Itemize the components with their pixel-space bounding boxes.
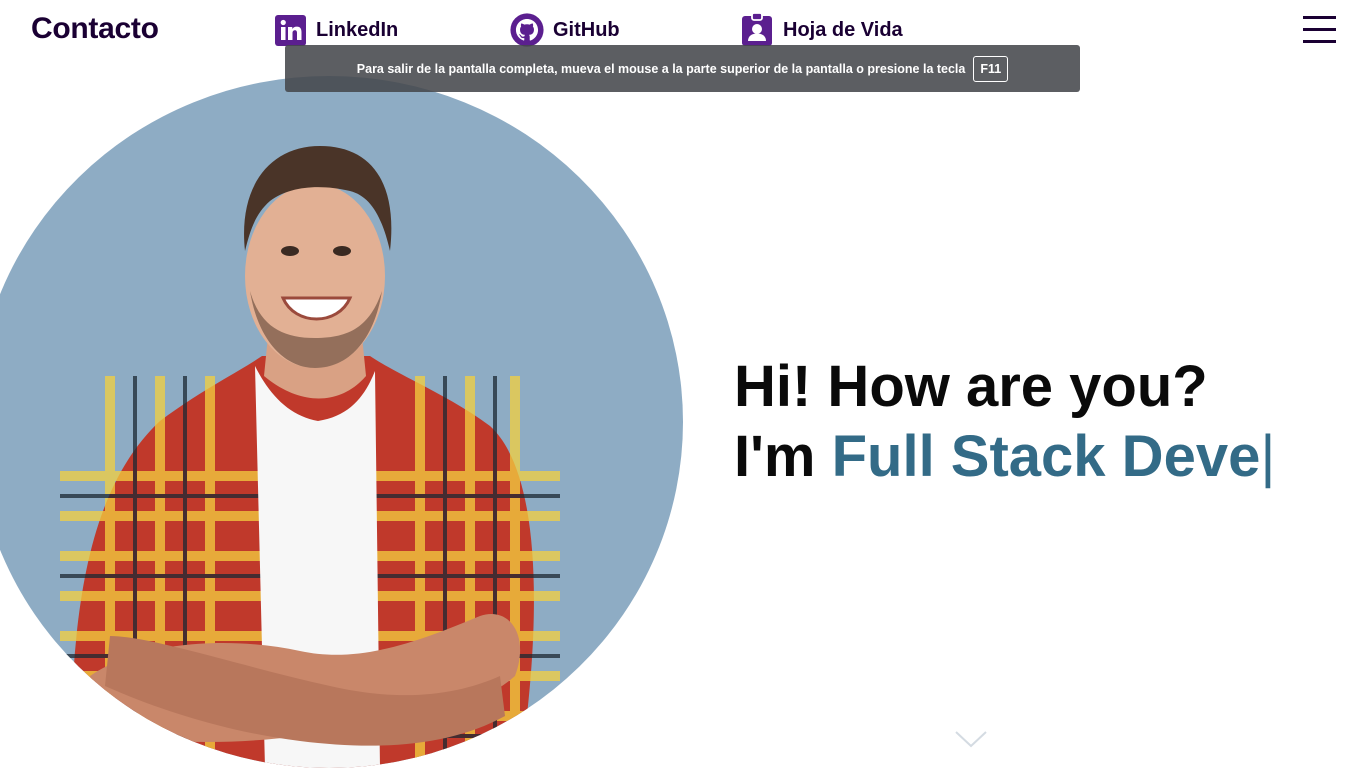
hero-intro-line: I'm Full Stack Deve| bbox=[734, 422, 1275, 492]
chevron-down-icon[interactable] bbox=[955, 728, 987, 750]
hero-greeting: Hi! How are you? bbox=[734, 354, 1208, 419]
hero-typed-role: Full Stack Deve bbox=[831, 424, 1261, 489]
brand-title[interactable]: Contacto bbox=[31, 12, 159, 46]
hero-portrait-circle bbox=[0, 76, 683, 768]
hamburger-menu-icon[interactable] bbox=[1303, 16, 1336, 44]
id-badge-icon bbox=[740, 12, 774, 48]
person-portrait bbox=[60, 146, 560, 768]
nav-link-label: LinkedIn bbox=[316, 18, 399, 41]
fullscreen-notice-message: Para salir de la pantalla completa, muev… bbox=[356, 61, 966, 76]
nav-link-linkedin[interactable]: LinkedIn bbox=[273, 12, 398, 48]
nav-link-label: Hoja de Vida bbox=[783, 18, 903, 41]
menu-bar bbox=[1303, 16, 1336, 19]
fullscreen-notice: Para salir de la pantalla completa, muev… bbox=[285, 45, 1080, 92]
nav-link-hoja-de-vida[interactable]: Hoja de Vida bbox=[740, 12, 903, 48]
hero-intro-prefix: I'm bbox=[734, 424, 832, 489]
menu-bar bbox=[1303, 28, 1336, 31]
linkedin-icon bbox=[273, 12, 307, 48]
menu-bar bbox=[1303, 40, 1336, 43]
github-icon bbox=[510, 12, 544, 48]
nav-link-label: GitHub bbox=[553, 18, 620, 41]
hero-headline: Hi! How are you? I'm Full Stack Deve| bbox=[734, 352, 1275, 492]
typing-caret: | bbox=[1260, 424, 1276, 489]
f11-key-badge: F11 bbox=[973, 55, 1009, 82]
nav-link-github[interactable]: GitHub bbox=[510, 12, 620, 48]
